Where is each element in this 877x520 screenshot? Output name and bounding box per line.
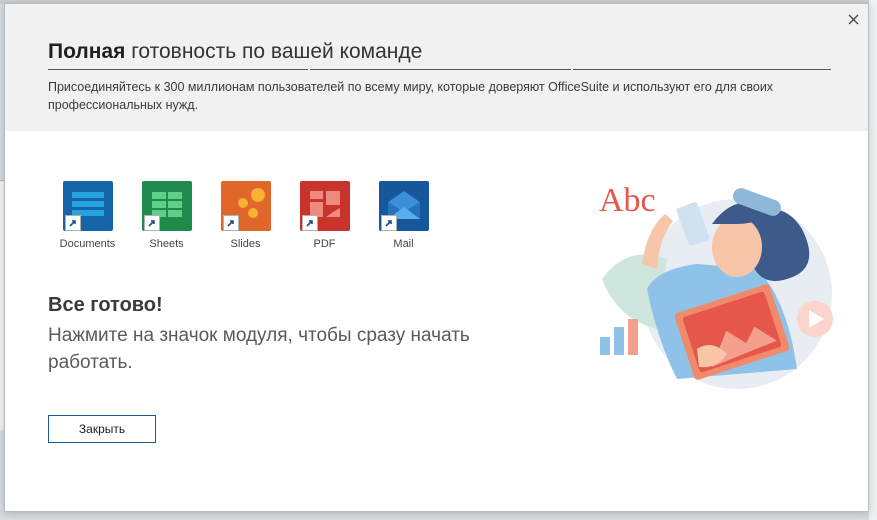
shortcut-arrow-icon [380,215,397,231]
slides-icon [220,181,271,231]
sheets-icon [141,181,192,231]
dialog-header: Полная готовность по вашей команде Присо… [5,4,868,131]
module-slides[interactable]: Slides [206,181,285,250]
shortcut-arrow-icon [301,215,318,231]
module-pdf[interactable]: PDF [285,181,364,250]
background-window-edge-right [869,0,877,520]
module-label: Mail [393,238,414,250]
module-list: Documents Sheets Slides PDF Mail [48,181,443,250]
module-label: Sheets [149,238,184,250]
shortcut-arrow-icon [64,215,81,231]
dialog-subtitle: Присоединяйтесь к 300 миллионам пользова… [48,80,774,112]
close-dialog-button[interactable]: Закрыть [48,415,156,443]
shortcut-arrow-icon [143,215,160,231]
dialog-title-bold: Полная [48,40,126,63]
mail-icon [378,181,429,231]
title-divider [48,68,831,71]
welcome-dialog: Полная готовность по вашей команде Присо… [4,3,869,512]
pdf-icon [299,181,350,231]
module-mail[interactable]: Mail [364,181,443,250]
close-button[interactable] [843,9,863,29]
shortcut-arrow-icon [222,215,239,231]
ready-description: Нажмите на значок модуля, чтобы сразу на… [48,325,470,373]
ready-heading: Все готово! [48,294,163,316]
dialog-title: Полная готовность по вашей команде [48,40,422,64]
module-documents[interactable]: Documents [48,181,127,250]
dialog-title-rest: готовность по вашей команде [131,40,423,63]
documents-icon [62,181,113,231]
module-label: Documents [59,238,116,250]
illustration-text: Abc [599,182,656,219]
close-icon [848,14,858,24]
module-label: PDF [313,238,336,250]
module-label: Slides [230,238,261,250]
person-with-tablet-illustration: Abc [599,182,833,389]
module-sheets[interactable]: Sheets [127,181,206,250]
